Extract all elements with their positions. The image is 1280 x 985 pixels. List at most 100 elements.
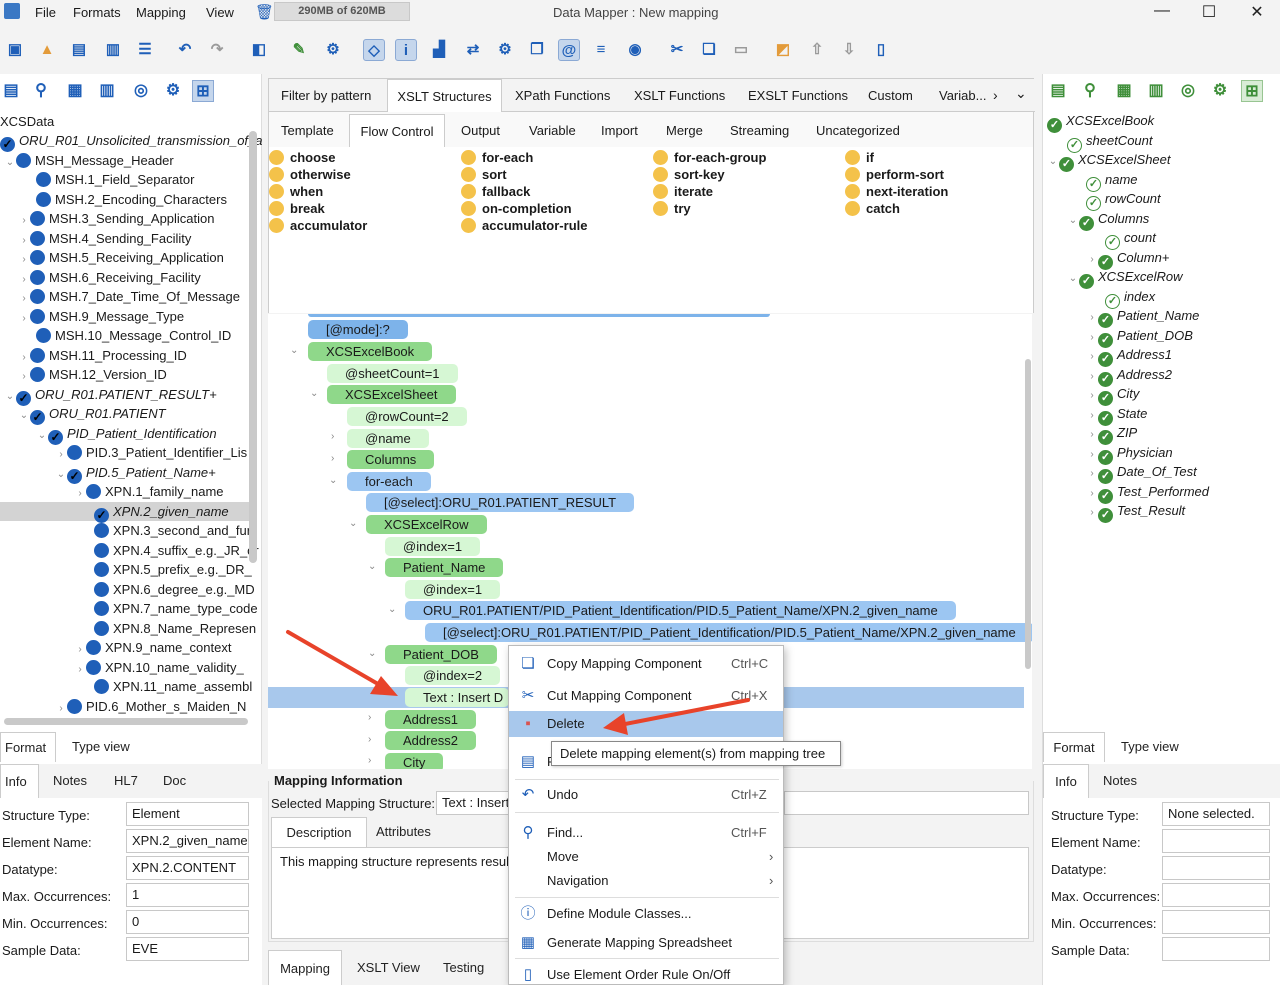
tab-attributes[interactable]: Attributes	[372, 817, 435, 847]
search-icon[interactable]: ⚲	[30, 80, 52, 102]
xslt-item[interactable]: iterate	[653, 184, 713, 199]
undo-icon[interactable]: ↶	[174, 39, 196, 61]
tree-item[interactable]: XPN.3_second_and_furt	[94, 521, 255, 541]
tab-notes[interactable]: Notes	[49, 764, 91, 798]
mapping-node[interactable]: ORU_R01.PATIENT/PID_Patient_Identificati…	[405, 601, 956, 620]
chevron-right-icon[interactable]: ›	[368, 734, 371, 745]
chevron-down-icon[interactable]: ⌄	[1047, 152, 1059, 172]
chevron-down-icon[interactable]: ⌄	[1067, 269, 1079, 289]
tree-item[interactable]: › PID.6_Mother_s_Maiden_N	[55, 697, 246, 717]
transform-icon[interactable]: ⇄	[462, 39, 484, 61]
tree-item[interactable]: › MSH.9_Message_Type	[18, 307, 184, 327]
tree-item[interactable]: XPN.4_suffix_e.g._JR_or	[94, 541, 259, 561]
tree-item[interactable]: XPN.6_degree_e.g._MD	[94, 580, 255, 600]
mapping-node[interactable]: XCSExcelSheet	[327, 385, 456, 404]
memory-indicator[interactable]: 290MB of 620MB	[274, 2, 410, 21]
tree-item[interactable]: › MSH.7_Date_Time_Of_Message	[18, 287, 240, 307]
menu-mapping[interactable]: Mapping	[136, 5, 186, 20]
tab-xpath-functions[interactable]: XPath Functions	[509, 79, 616, 112]
users-icon[interactable]: ⚙	[322, 39, 344, 61]
xslt-item[interactable]: sort-key	[653, 167, 725, 182]
chevron-right-icon[interactable]: ›	[55, 699, 67, 718]
tree-item[interactable]: › XPN.9_name_context	[74, 638, 231, 658]
mapping-node[interactable]: @rowCount=2	[347, 407, 467, 426]
chevron-right-icon[interactable]: ›	[1086, 503, 1098, 523]
mapping-node[interactable]: Patient_DOB	[385, 645, 497, 664]
chevron-right-icon[interactable]: ›	[18, 309, 30, 329]
xslt-item[interactable]: try	[653, 201, 691, 216]
chevron-down-icon[interactable]: ⌄	[4, 387, 16, 407]
tree-item[interactable]: › MSH.5_Receiving_Application	[18, 248, 224, 268]
chevron-down-icon[interactable]: ⌄	[55, 465, 67, 485]
menu-item-undo[interactable]: ↶ Undo Ctrl+Z	[509, 782, 783, 808]
tree-item[interactable]: ⌄ ✓ ORU_R01.PATIENT_RESULT+	[4, 385, 217, 407]
tree-root[interactable]: XCSData	[0, 114, 54, 129]
tree-item[interactable]: › ✓ Address2	[1086, 365, 1172, 387]
chevron-down-icon[interactable]: ⌄	[388, 604, 396, 615]
menu-formats[interactable]: Formats	[73, 5, 121, 20]
tree-item[interactable]: › MSH.6_Receiving_Facility	[18, 268, 201, 288]
max-occurrences-field[interactable]: 1	[126, 883, 249, 907]
tree-item[interactable]: ✓ sheetCount	[1067, 131, 1153, 153]
chevron-down-icon[interactable]: ⌄	[4, 153, 16, 173]
tree-item[interactable]: › ✓ Patient_Name	[1086, 306, 1199, 328]
tab-info[interactable]: Info	[0, 764, 39, 798]
mapping-node[interactable]: Columns	[347, 450, 435, 469]
tree-item[interactable]: ✓ name	[1086, 170, 1138, 192]
chevron-right-icon[interactable]: ›	[74, 660, 86, 680]
tab-type-view[interactable]: Type view	[68, 732, 134, 762]
chevron-right-icon[interactable]: ›	[331, 453, 334, 464]
tree-item[interactable]: › MSH.12_Version_ID	[18, 365, 167, 385]
mapping-node[interactable]: Patient_Name	[385, 558, 504, 577]
chevron-down-icon[interactable]: ⌄	[1067, 211, 1079, 231]
xslt-item[interactable]: accumulator	[269, 218, 367, 233]
settings-doc-icon[interactable]: ⚙	[162, 80, 184, 102]
xslt-item[interactable]: next-iteration	[845, 184, 948, 199]
chart-doc-icon[interactable]: ▥	[96, 80, 118, 102]
copy-icon[interactable]: ❏	[698, 39, 720, 61]
tab-xslt-functions[interactable]: XSLT Functions	[628, 79, 731, 112]
tree-item[interactable]: › ✓ ZIP	[1086, 423, 1137, 445]
menu-item-copy[interactable]: ❏ Copy Mapping Component Ctrl+C	[509, 651, 783, 677]
tree-item[interactable]: › ✓ Patient_DOB	[1086, 326, 1193, 348]
search-icon[interactable]: ⚲	[1079, 80, 1101, 102]
tab-exslt-functions[interactable]: EXSLT Functions	[742, 79, 854, 112]
chart-icon[interactable]: ▟	[428, 39, 450, 61]
menu-view[interactable]: View	[206, 5, 234, 20]
mapping-node[interactable]: @index=1	[385, 537, 481, 556]
mapping-node[interactable]: @name	[347, 429, 429, 448]
find-doc-icon[interactable]: ◎	[1177, 80, 1199, 102]
mapping-node[interactable]: [@select]:ORU_R01.PATIENT/PID_Patient_Id…	[425, 623, 1032, 642]
chevron-right-icon[interactable]: ›	[368, 712, 371, 723]
selected-structure-field-end[interactable]	[784, 791, 1029, 815]
tab-type-view[interactable]: Type view	[1117, 732, 1183, 762]
xslt-item[interactable]: sort	[461, 167, 507, 182]
xslt-item[interactable]: perform-sort	[845, 167, 944, 182]
at-doc-icon[interactable]: @	[558, 39, 580, 61]
tree-item[interactable]: XPN.11_name_assembl	[94, 677, 252, 697]
calendar-icon[interactable]: ▦	[64, 80, 86, 102]
tree-item[interactable]: ⌄ ✓ PID.5_Patient_Name+	[55, 463, 216, 485]
tree-item[interactable]: MSH.10_Message_Control_ID	[36, 326, 231, 346]
xslt-item[interactable]: catch	[845, 201, 900, 216]
tree-item[interactable]: ✓ XCSExcelBook	[1047, 111, 1154, 133]
mapping-node[interactable]: @sheetCount=1	[327, 364, 458, 383]
tree-item[interactable]: › MSH.4_Sending_Facility	[18, 229, 191, 249]
mapping-node[interactable]: @index=1	[405, 580, 501, 599]
min-occurrences-field[interactable]: 0	[126, 910, 249, 934]
tab-filter-by-pattern[interactable]: Filter by pattern	[275, 79, 377, 112]
tab-testing[interactable]: Testing	[439, 950, 488, 985]
menu-file[interactable]: File	[35, 5, 56, 20]
tree-item[interactable]: › ✓ Test_Result	[1086, 501, 1185, 523]
mapping-node[interactable]: @index=2	[405, 666, 501, 685]
tab-output[interactable]: Output	[455, 114, 506, 147]
find-doc-icon[interactable]: ◎	[130, 80, 152, 102]
tree-item[interactable]: › PID.3_Patient_Identifier_Lis	[55, 443, 247, 463]
tab-import[interactable]: Import	[595, 114, 644, 147]
tab-xslt-structures[interactable]: XSLT Structures	[387, 79, 502, 112]
tab-template[interactable]: Template	[275, 114, 340, 147]
paste-icon[interactable]: ▭	[730, 39, 752, 61]
save-all-icon[interactable]: ▥	[102, 39, 124, 61]
mapping-node[interactable]: for-each	[347, 472, 431, 491]
tree-item[interactable]: MSH.2_Encoding_Characters	[36, 190, 227, 210]
